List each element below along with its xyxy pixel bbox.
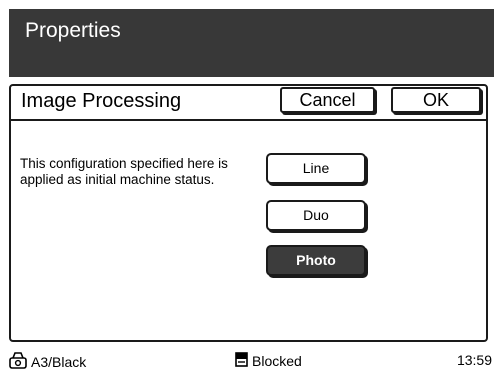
clock: 13:59 xyxy=(456,352,492,368)
ok-button[interactable]: OK xyxy=(391,87,481,113)
cancel-button[interactable]: Cancel xyxy=(280,87,375,113)
machine-status: Blocked xyxy=(235,352,302,370)
photo-option-button[interactable]: Photo xyxy=(266,245,366,276)
image-processing-panel: Image Processing Cancel OK This configur… xyxy=(9,84,488,342)
copier-icon xyxy=(9,352,27,372)
panel-header: Image Processing Cancel OK xyxy=(11,86,486,121)
panel-title: Image Processing xyxy=(21,90,182,112)
machine-status-text: Blocked xyxy=(252,353,302,369)
status-bar: A3/Black Blocked 13:59 xyxy=(9,346,494,376)
description-text: This configuration specified here is app… xyxy=(20,156,228,187)
document-icon xyxy=(235,352,248,370)
paper-status-text: A3/Black xyxy=(31,354,87,370)
duo-option-button[interactable]: Duo xyxy=(266,200,366,231)
title-bar: Properties xyxy=(9,9,494,77)
paper-status: A3/Black xyxy=(9,352,86,372)
line-option-button[interactable]: Line xyxy=(266,153,366,184)
window-title: Properties xyxy=(25,19,121,42)
